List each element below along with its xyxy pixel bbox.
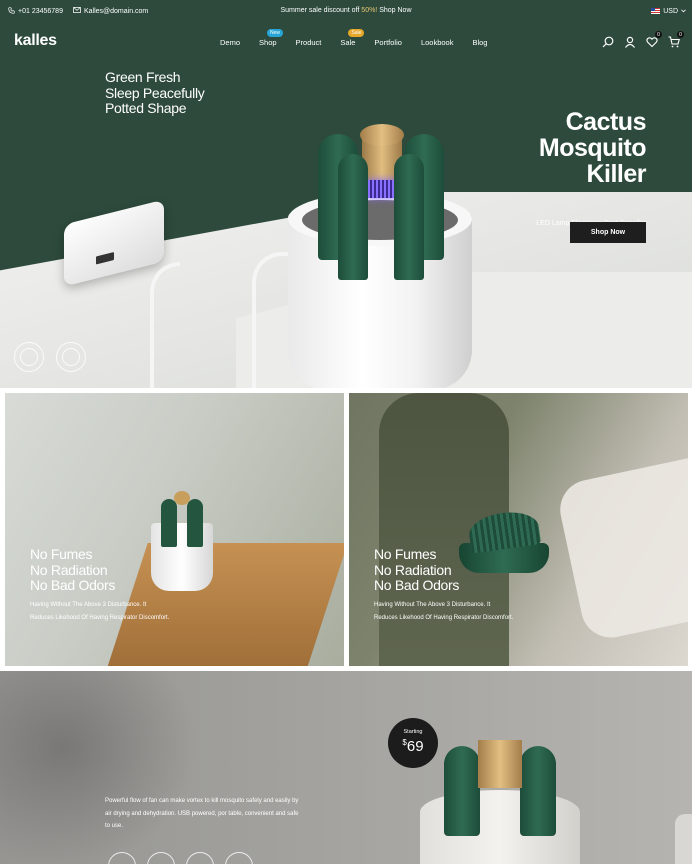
nav-item-shop[interactable]: Shop New [259,29,284,47]
currency-label: USD [663,7,678,15]
hero-title-line-2: Mosquito [538,134,647,162]
feature-icon-3 [186,852,214,864]
edge-element [675,814,692,864]
feature-title-line-1: No Fumes [30,546,93,562]
cart-icon[interactable]: 0 [668,31,684,48]
announcement-text[interactable]: Summer sale discount off 50%! Shop Now [0,7,692,14]
promo-title-line-2: Sleep Peacefully [105,84,205,101]
leaf-shadow [0,671,220,864]
site-logo[interactable]: kalles [14,32,57,50]
feature-title: No Fumes No Radiation No Bad Odors [30,546,116,594]
open-device-image [459,508,549,573]
announcement-highlight: 50%! [361,7,378,14]
feature-title-line-1: No Fumes [374,546,437,562]
new-tag-badge: New [267,29,284,37]
feature-description: Having Without The Above 3 Disturbance. … [374,602,514,621]
cable-image [150,262,180,388]
feature-description: Having Without The Above 3 Disturbance. … [30,602,170,621]
hero-title: Cactus Mosquito Killer [446,108,647,188]
cable-image-2 [252,252,292,388]
starting-label: Starting [403,729,423,735]
promo-title-line-3: Potted Shape [105,100,187,116]
feature-title-line-3: No Bad Odors [30,577,116,593]
nav-item-demo[interactable]: Demo [220,38,240,47]
announcement-prefix: Summer sale discount off [280,7,362,14]
feature-icon-2 [147,852,175,864]
hero-title-line-1: Cactus [565,108,647,136]
shop-now-button[interactable]: Shop Now [570,222,646,243]
currency-selector[interactable]: USD [651,0,686,22]
feature-card-left[interactable]: No Fumes No Radiation No Bad Odors Havin… [5,393,344,666]
pillow-image [554,442,688,644]
feature-card-right[interactable]: No Fumes No Radiation No Bad Odors Havin… [349,393,688,666]
nav-item-lookbook[interactable]: Lookbook [421,38,454,47]
us-flag-icon [651,8,661,14]
price-number: 69 [406,738,424,755]
chevron-down-icon [681,8,686,15]
promo-device-image [420,740,580,864]
feature-icon-4 [225,852,253,864]
feature-icon-1 [108,852,136,864]
nav-item-portfolio[interactable]: Portfolio [374,38,402,47]
certification-badge-icon-2 [56,342,86,372]
sale-tag-badge: Sale [348,29,365,37]
user-icon[interactable] [624,35,636,48]
promo-section [0,671,692,864]
nav-item-product[interactable]: Product [296,38,322,47]
promo-feature-icons [108,852,253,864]
feature-title: No Fumes No Radiation No Bad Odors [374,546,460,594]
feature-title-line-3: No Bad Odors [374,577,460,593]
cart-count: 0 [677,31,684,38]
nav-item-sale[interactable]: Sale Sale [340,29,365,47]
main-nav: Demo Shop New Product Sale Sale Portfolio … [220,29,506,47]
certification-badge-icon [14,342,44,372]
announcement-bar: +01 23456789 Kalles@domain.com Summer sa… [0,0,692,22]
wishlist-count: 0 [655,31,662,38]
cactus-lamp-image [318,124,444,280]
price-badge: Starting $69 [388,718,438,768]
heart-icon[interactable]: 0 [646,31,662,48]
search-icon[interactable] [602,35,614,48]
cactus-device-image [151,491,213,591]
promo-title-line-1: Green Fresh [105,69,181,85]
price-value: $69 [388,738,438,755]
nav-item-blog[interactable]: Blog [472,38,487,47]
hero-banner: Cactus Mosquito Killer LED Lamp Electron… [0,22,692,388]
promo-title: Green Fresh Sleep Peacefully Potted Shap… [105,69,205,117]
feature-title-line-2: No Radiation [374,561,452,578]
feature-title-line-2: No Radiation [30,561,108,578]
hero-title-line-3: Killer [586,160,646,188]
header-icons: 0 0 [602,31,684,48]
promo-description: Powerful flow of fan can make vortex to … [105,798,299,829]
announcement-suffix: Shop Now [377,7,412,14]
